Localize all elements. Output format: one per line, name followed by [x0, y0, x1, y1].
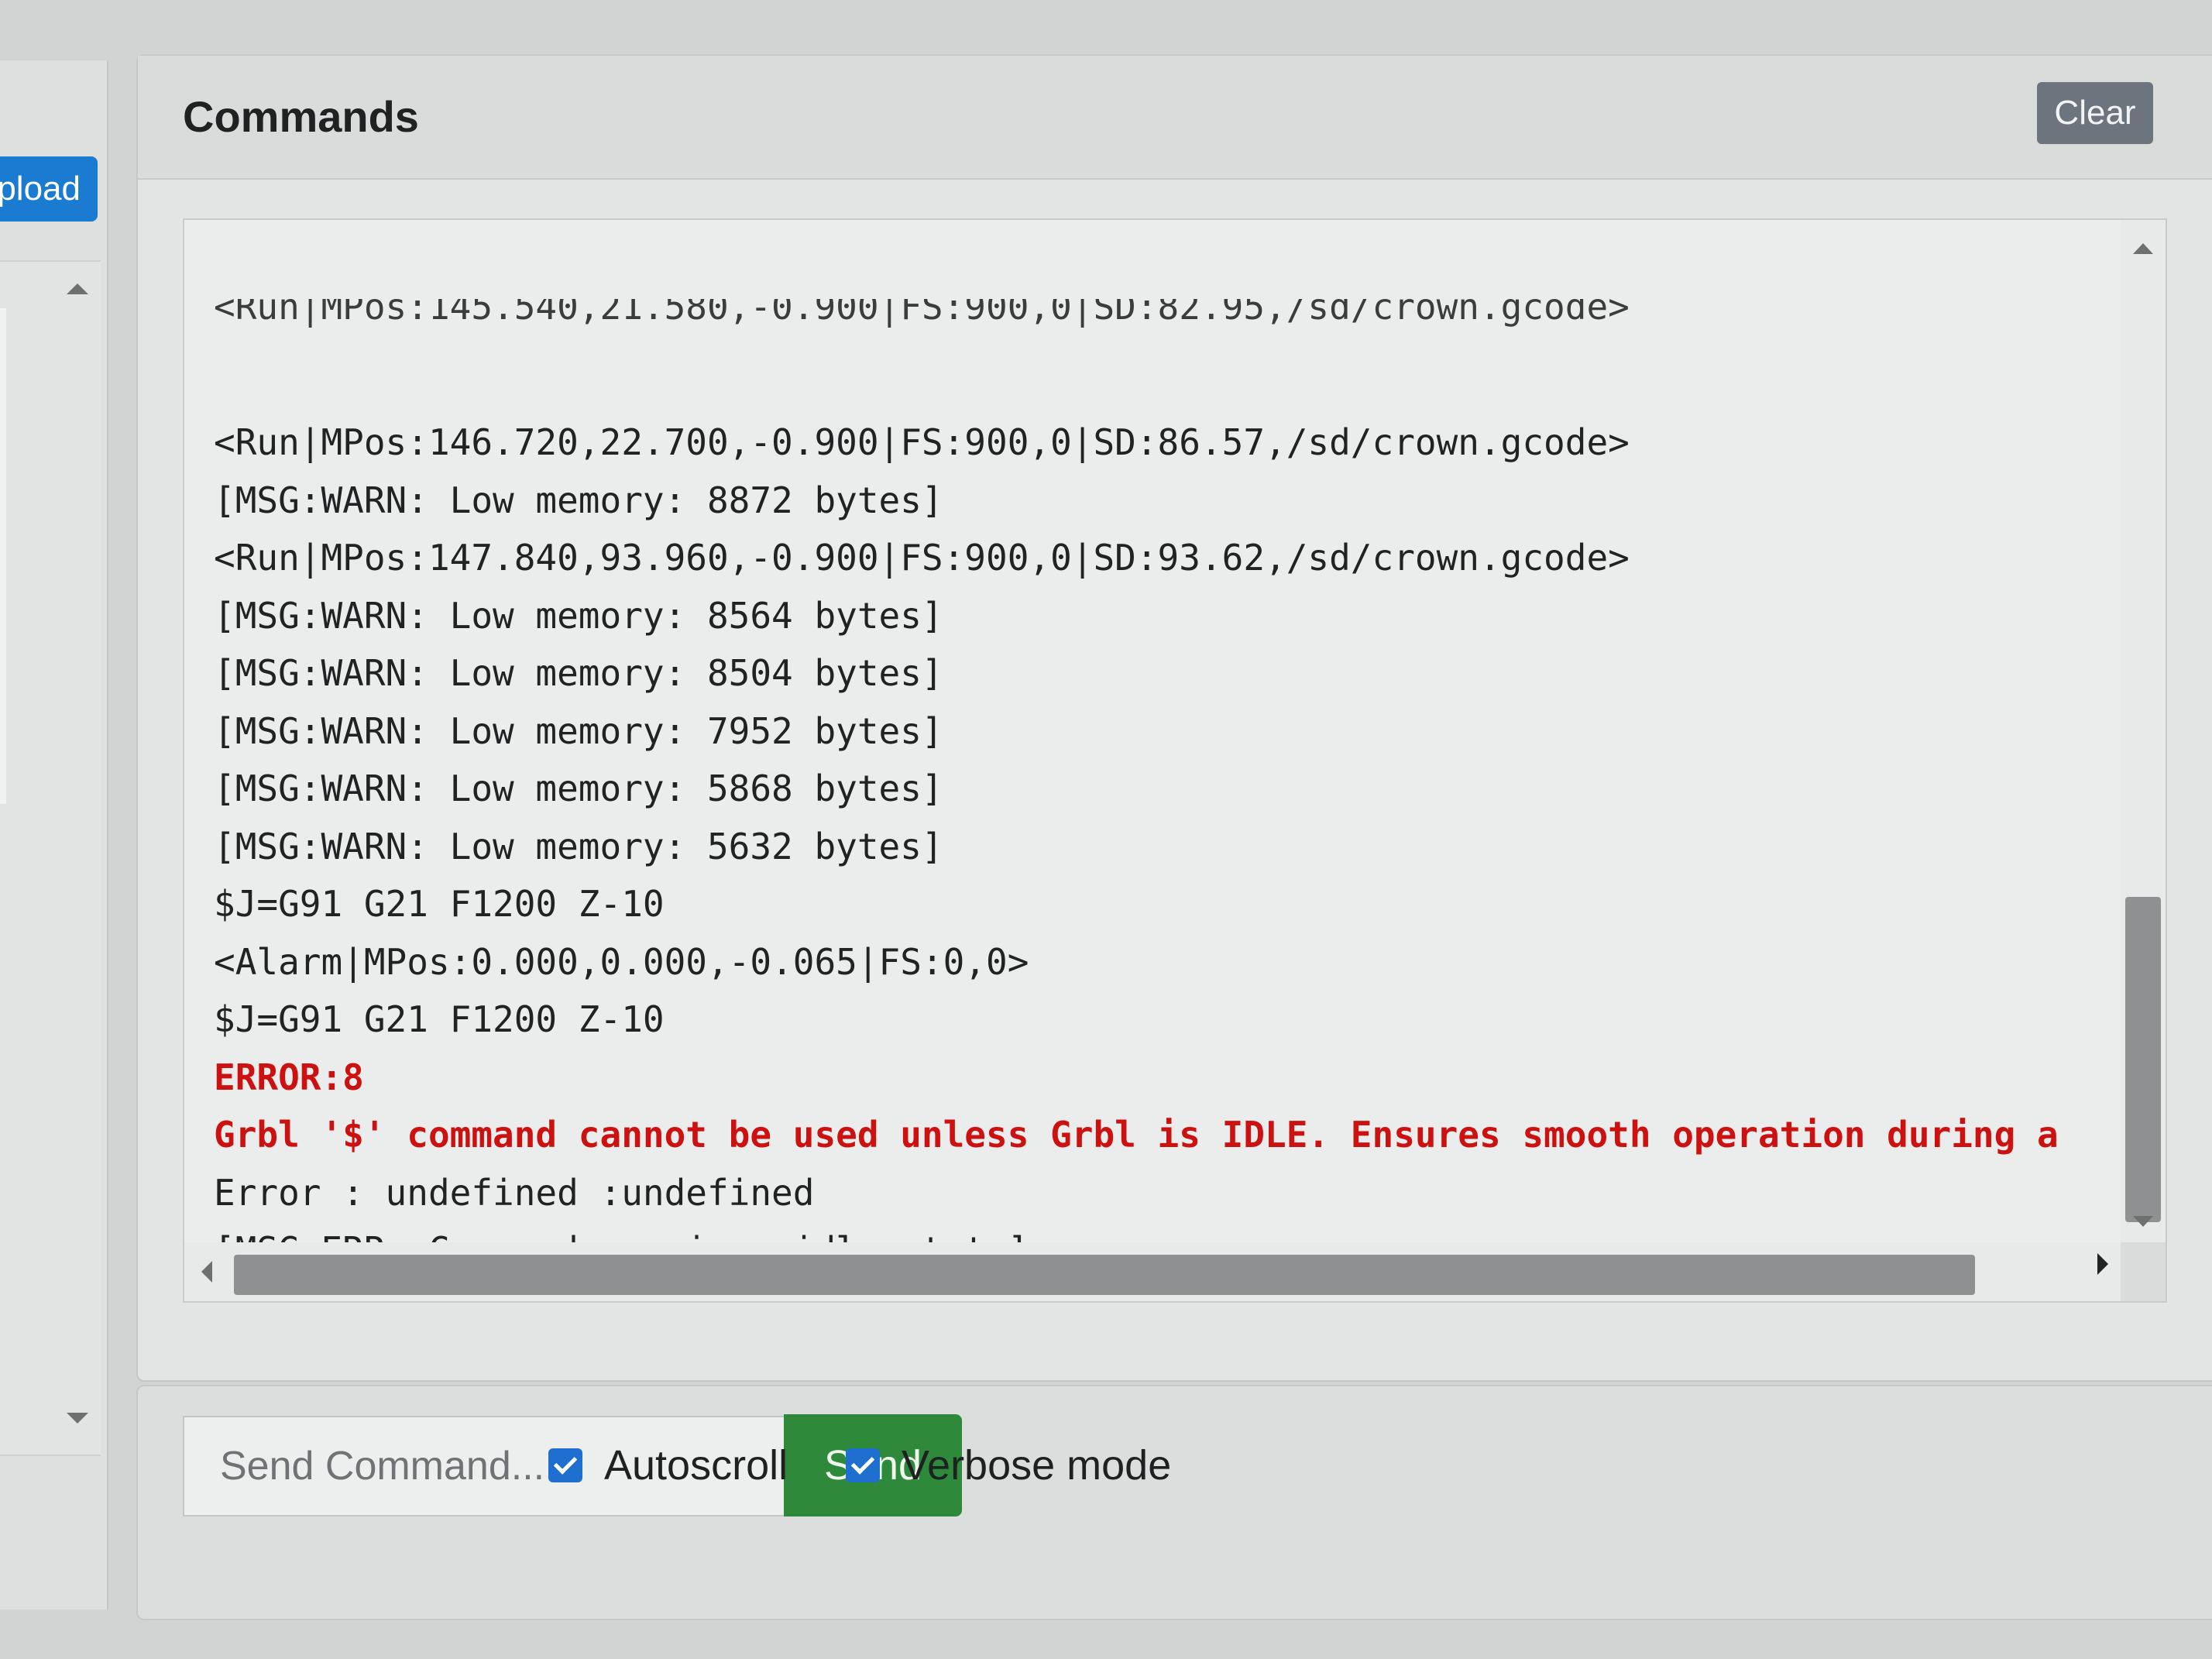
- left-panel: pload: [0, 60, 108, 1609]
- console-line: [MSG:WARN: Low memory: 5632 bytes]: [214, 825, 943, 867]
- console-line: [MSG:WARN: Low memory: 8872 bytes]: [214, 479, 943, 521]
- console-line-partial: <Run|MPos:145.540,21.580,-0.900|FS:900,0…: [214, 299, 1630, 328]
- scroll-right-arrow-icon[interactable]: [2097, 1253, 2108, 1275]
- scroll-left-arrow-icon[interactable]: [201, 1261, 212, 1283]
- file-list-content: [0, 308, 6, 804]
- command-input-bar: Send Autoscroll Verbose mode: [136, 1385, 2212, 1620]
- console-line: $J=G91 G21 F1200 Z-10: [214, 883, 665, 925]
- commands-title: Commands: [183, 92, 419, 141]
- console-output[interactable]: <Run|MPos:145.540,21.580,-0.900|FS:900,0…: [183, 218, 2167, 1303]
- console-lines: <Run|MPos:145.540,21.580,-0.900|FS:900,0…: [214, 220, 2104, 1301]
- console-vertical-scrollbar[interactable]: [2121, 220, 2166, 1242]
- console-error-line: Grbl '$' command cannot be used unless G…: [214, 1114, 2059, 1156]
- scroll-down-arrow-icon[interactable]: [2133, 1216, 2153, 1227]
- commands-card: Commands Clear <Run|MPos:145.540,21.580,…: [136, 54, 2212, 1382]
- verbose-mode-label: Verbose mode: [902, 1442, 1172, 1489]
- vertical-scroll-thumb[interactable]: [2125, 897, 2161, 1222]
- autoscroll-toggle[interactable]: Autoscroll: [548, 1434, 788, 1496]
- upload-button[interactable]: pload: [0, 156, 98, 222]
- horizontal-scroll-thumb[interactable]: [234, 1255, 1975, 1295]
- console-line: [MSG:WARN: Low memory: 7952 bytes]: [214, 709, 943, 752]
- file-list-panel: [0, 260, 101, 1456]
- console-error-line: ERROR:8: [214, 1056, 364, 1098]
- clear-button[interactable]: Clear: [2037, 82, 2153, 144]
- autoscroll-checkbox-icon[interactable]: [548, 1448, 582, 1482]
- scroll-up-arrow-icon[interactable]: [67, 283, 88, 294]
- verbose-mode-checkbox-icon[interactable]: [846, 1448, 880, 1482]
- scroll-down-arrow-icon[interactable]: [67, 1413, 88, 1424]
- autoscroll-label: Autoscroll: [604, 1442, 788, 1489]
- console-line: [MSG:WARN: Low memory: 8504 bytes]: [214, 652, 943, 694]
- console-line: Error : undefined :undefined: [214, 1171, 815, 1214]
- console-line: <Run|MPos:147.840,93.960,-0.900|FS:900,0…: [214, 537, 1630, 579]
- console-line: <Run|MPos:146.720,22.700,-0.900|FS:900,0…: [214, 421, 1630, 463]
- verbose-mode-toggle[interactable]: Verbose mode: [846, 1434, 1171, 1496]
- console-line: <Alarm|MPos:0.000,0.000,-0.065|FS:0,0>: [214, 940, 1029, 983]
- scroll-up-arrow-icon[interactable]: [2133, 243, 2153, 254]
- console-line: [MSG:WARN: Low memory: 8564 bytes]: [214, 594, 943, 637]
- file-list-scrollbar[interactable]: [56, 262, 99, 1455]
- console-line: $J=G91 G21 F1200 Z-10: [214, 998, 665, 1040]
- scrollbar-corner: [2121, 1242, 2166, 1301]
- commands-header: Commands Clear: [138, 56, 2212, 180]
- console-horizontal-scrollbar[interactable]: [184, 1242, 2121, 1301]
- console-line: [MSG:WARN: Low memory: 5868 bytes]: [214, 768, 943, 809]
